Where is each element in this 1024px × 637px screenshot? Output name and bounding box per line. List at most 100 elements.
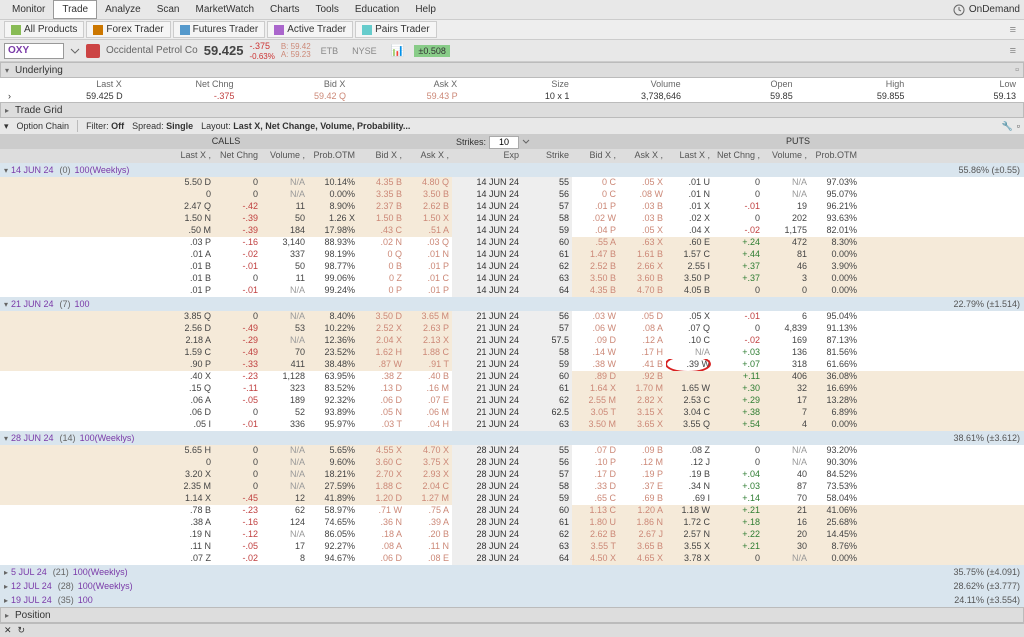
option-row[interactable]: .15 Q-.1132383.52%.13 D.16 M21 JUN 24611… — [0, 383, 1024, 395]
chevron-right-icon: ▸ — [5, 611, 9, 620]
chart-icon[interactable]: 📊 — [387, 43, 409, 58]
strike-cell: 63 — [522, 273, 572, 285]
col-header[interactable]: Strike — [522, 149, 572, 163]
option-row[interactable]: 1.59 C-.497023.52%1.62 H1.88 C21 JUN 245… — [0, 347, 1024, 359]
lock-icon[interactable] — [86, 44, 100, 58]
position-section-header[interactable]: ▸ Position — [0, 607, 1024, 623]
col-header[interactable]: Prob.OTM , — [810, 149, 860, 163]
put-cell: .08 A — [619, 323, 666, 335]
col-header[interactable]: Bid X , — [358, 149, 405, 163]
option-row[interactable]: 1.50 N-.39501.26 X1.50 B1.50 X14 JUN 245… — [0, 213, 1024, 225]
option-row[interactable]: .40 X-.231,12863.95%.38 Z.40 B21 JUN 246… — [0, 371, 1024, 383]
put-cell: 4,839 — [763, 323, 810, 335]
sub-tab-futures-trader[interactable]: Futures Trader — [173, 21, 266, 38]
col-header[interactable]: Net Chng , — [214, 149, 261, 163]
col-header[interactable]: Bid X , — [572, 149, 619, 163]
option-row[interactable]: .19 N-.12N/A86.05%.18 A.20 B28 JUN 24622… — [0, 529, 1024, 541]
col-header[interactable]: Volume , — [261, 149, 308, 163]
symbol-input[interactable] — [4, 43, 64, 59]
put-cell: .01 X — [666, 201, 713, 213]
option-row[interactable]: 3.20 X0N/A18.21%2.70 X2.93 X28 JUN 2457.… — [0, 469, 1024, 481]
call-cell: -.49 — [214, 323, 261, 335]
bottom-tab[interactable]: ✕ — [4, 625, 12, 636]
menu-trade[interactable]: Trade — [53, 0, 97, 19]
sub-tab-pairs-trader[interactable]: Pairs Trader — [355, 21, 436, 38]
option-row[interactable]: 3.85 Q0N/A8.40%3.50 D3.65 M21 JUN 2456.0… — [0, 311, 1024, 323]
col-header[interactable]: Volume , — [763, 149, 810, 163]
exp-cell: 28 JUN 24 — [452, 553, 522, 565]
menu-icon[interactable]: ≡ — [1006, 45, 1020, 57]
col-header[interactable]: Last X , — [666, 149, 713, 163]
option-row[interactable]: .01 B01199.06%0 Z.01 C14 JUN 24633.50 B3… — [0, 273, 1024, 285]
bottom-tab[interactable]: ↻ — [18, 625, 26, 636]
col-header[interactable]: Exp — [452, 149, 522, 163]
option-row[interactable]: .90 P-.3341138.48%.87 W.91 T21 JUN 2459.… — [0, 359, 1024, 371]
exp-iv: 24.11% (±3.554) — [954, 595, 1020, 605]
put-cell: .01 U — [666, 177, 713, 189]
filter-value[interactable]: Off — [111, 121, 124, 131]
col-header: Open — [689, 78, 801, 90]
put-cell: 14.45% — [810, 529, 860, 541]
col-header[interactable]: Ask X , — [619, 149, 666, 163]
col-header[interactable]: Ask X , — [405, 149, 452, 163]
detach-icon[interactable]: ▫ — [1017, 121, 1020, 132]
col-header[interactable]: Last X , — [167, 149, 214, 163]
option-row[interactable]: .06 A-.0518992.32%.06 D.07 E21 JUN 24622… — [0, 395, 1024, 407]
put-cell: .09 B — [619, 445, 666, 457]
expiration-bar-collapsed[interactable]: ▸12 JUL 24(28)100 (Weeklys)28.62% (±3.77… — [0, 579, 1024, 593]
option-row[interactable]: 00N/A0.00%3.35 B3.50 B14 JUN 24560 C.08 … — [0, 189, 1024, 201]
option-row[interactable]: 2.56 D-.495310.22%2.52 X2.63 P21 JUN 245… — [0, 323, 1024, 335]
sub-tab-active-trader[interactable]: Active Trader — [267, 21, 353, 38]
option-row[interactable]: .06 D05293.89%.05 N.06 M21 JUN 2462.53.0… — [0, 407, 1024, 419]
option-row[interactable]: 2.35 M0N/A27.59%1.88 C2.04 C28 JUN 2458.… — [0, 481, 1024, 493]
expiration-bar-collapsed[interactable]: ▸5 JUL 24(21)100 (Weeklys)35.75% (±4.091… — [0, 565, 1024, 579]
option-row[interactable]: .50 M-.3918417.98%.43 C.51 A14 JUN 2459.… — [0, 225, 1024, 237]
option-row[interactable]: .01 A-.0233798.19%0 Q.01 N14 JUN 24611.4… — [0, 249, 1024, 261]
underlying-section-header[interactable]: ▾ Underlying ▫ — [0, 62, 1024, 78]
call-cell: .01 P — [405, 285, 452, 297]
expiration-bar[interactable]: ▾14 JUN 24(0)100 (Weeklys)55.86% (±0.55) — [0, 163, 1024, 177]
menu-education[interactable]: Education — [347, 1, 407, 18]
option-row[interactable]: 5.65 H0N/A5.65%4.55 X4.70 X28 JUN 2455.0… — [0, 445, 1024, 457]
option-row[interactable]: .78 B-.236258.97%.71 W.75 A28 JUN 24601.… — [0, 505, 1024, 517]
option-row[interactable]: .01 P-.01N/A99.24%0 P.01 P14 JUN 24644.3… — [0, 285, 1024, 297]
dropdown-icon[interactable] — [522, 138, 530, 146]
trade-grid-header[interactable]: ▸ Trade Grid — [0, 102, 1024, 118]
sub-tab-all-products[interactable]: All Products — [4, 21, 84, 38]
option-row[interactable]: .05 I-.0133695.97%.03 T.04 H21 JUN 24633… — [0, 419, 1024, 431]
sub-tab-forex-trader[interactable]: Forex Trader — [86, 21, 170, 38]
dropdown-icon[interactable] — [70, 46, 80, 56]
option-row[interactable]: 2.47 Q-.42118.90%2.37 B2.62 B14 JUN 2457… — [0, 201, 1024, 213]
col-header[interactable]: Prob.OTM , — [308, 149, 358, 163]
option-row[interactable]: .07 Z-.02894.67%.06 D.08 E28 JUN 24644.5… — [0, 553, 1024, 565]
layout-value[interactable]: Last X, Net Change, Volume, Probability.… — [233, 121, 410, 131]
detach-icon[interactable]: ▫ — [1015, 64, 1019, 76]
option-row[interactable]: .01 B-.015098.77%0 B.01 P14 JUN 24622.52… — [0, 261, 1024, 273]
option-row[interactable]: .38 A-.1612474.65%.36 N.39 A28 JUN 24611… — [0, 517, 1024, 529]
option-row[interactable]: 1.14 X-.451241.89%1.20 D1.27 M28 JUN 245… — [0, 493, 1024, 505]
menu-monitor[interactable]: Monitor — [4, 1, 53, 18]
settings-icon[interactable]: ≡ — [1006, 24, 1020, 36]
spread-value[interactable]: Single — [166, 121, 193, 131]
strike-cell: 57 — [522, 469, 572, 481]
strikes-select[interactable] — [489, 136, 519, 149]
option-row[interactable]: .03 P-.163,14088.93%.02 N.03 Q14 JUN 246… — [0, 237, 1024, 249]
expand-icon[interactable]: › — [0, 90, 19, 102]
menu-marketwatch[interactable]: MarketWatch — [188, 1, 263, 18]
wrench-icon[interactable]: 🔧 — [1002, 121, 1013, 132]
option-row[interactable]: 2.18 A-.29N/A12.36%2.04 X2.13 X21 JUN 24… — [0, 335, 1024, 347]
ondemand-button[interactable]: OnDemand — [953, 4, 1020, 16]
strike-cell: 57 — [522, 323, 572, 335]
menu-analyze[interactable]: Analyze — [97, 1, 149, 18]
expiration-bar[interactable]: ▾28 JUN 24(14)100 (Weeklys)38.61% (±3.61… — [0, 431, 1024, 445]
menu-charts[interactable]: Charts — [262, 1, 307, 18]
option-row[interactable]: 5.50 D0N/A10.14%4.35 B4.80 Q14 JUN 24550… — [0, 177, 1024, 189]
menu-help[interactable]: Help — [407, 1, 444, 18]
expiration-bar[interactable]: ▾21 JUN 24(7)100 22.79% (±1.514) — [0, 297, 1024, 311]
option-row[interactable]: .11 N-.051792.27%.08 A.11 N28 JUN 24633.… — [0, 541, 1024, 553]
expiration-bar-collapsed[interactable]: ▸19 JUL 24(35)100 24.11% (±3.554) — [0, 593, 1024, 607]
col-header[interactable]: Net Chng , — [713, 149, 763, 163]
option-row[interactable]: 00N/A9.60%3.60 C3.75 X28 JUN 2456.10 P.1… — [0, 457, 1024, 469]
menu-tools[interactable]: Tools — [307, 1, 346, 18]
menu-scan[interactable]: Scan — [149, 1, 188, 18]
